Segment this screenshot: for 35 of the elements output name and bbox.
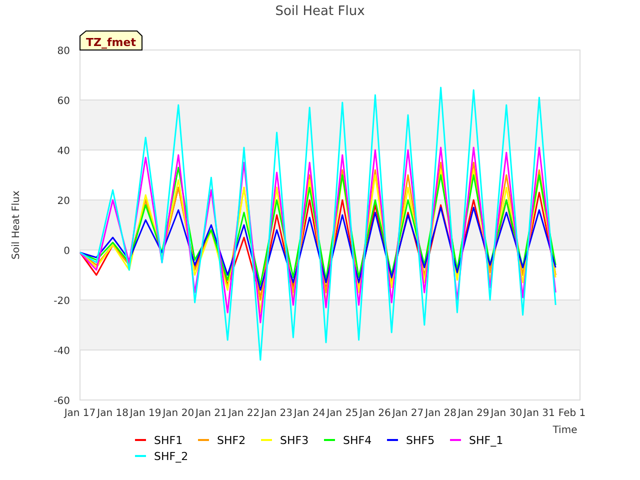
legend-label: SHF_2 [154,450,188,463]
tick-label: 20 [57,196,70,207]
axis-label: Time [552,425,578,436]
tag-badge: TZ_fmet [80,30,142,50]
tick-label: 80 [57,46,70,57]
legend-label: SHF3 [280,434,309,447]
tick-label: Jan 23 [261,408,292,419]
tick-label: Jan 28 [425,408,456,419]
legend-label: SHF5 [406,434,435,447]
tick-label: Jan 17 [64,408,96,419]
axis-label: Soil Heat Flux [11,190,22,260]
tick-label: Jan 19 [130,408,162,419]
legend-label: SHF2 [217,434,246,447]
tick-label: 40 [57,146,70,157]
legend-label: SHF4 [343,434,372,447]
legend-label: SHF1 [154,434,183,447]
tick-label: Jan 31 [524,408,555,419]
tick-label: -60 [54,396,70,407]
tick-label: Feb 1 [558,408,586,419]
tick-label: Jan 30 [490,408,522,419]
chart-title: Soil Heat Flux [275,4,365,19]
tick-label: Jan 27 [392,408,424,419]
tick-label: 60 [57,96,70,107]
tick-label: 0 [64,246,70,257]
tick-label: Jan 24 [294,408,326,419]
tick-label: Jan 20 [162,408,194,419]
tick-label: -20 [54,296,70,307]
tick-label: Jan 21 [196,408,227,419]
tick-label: Jan 22 [228,408,260,419]
tick-label: Jan 29 [458,408,490,419]
legend-label: SHF_1 [469,434,504,447]
tick-label: Jan 25 [326,408,358,419]
tick-label: Jan 26 [360,408,391,419]
tick-label: Jan 18 [97,408,128,419]
tick-label: -40 [54,346,70,357]
